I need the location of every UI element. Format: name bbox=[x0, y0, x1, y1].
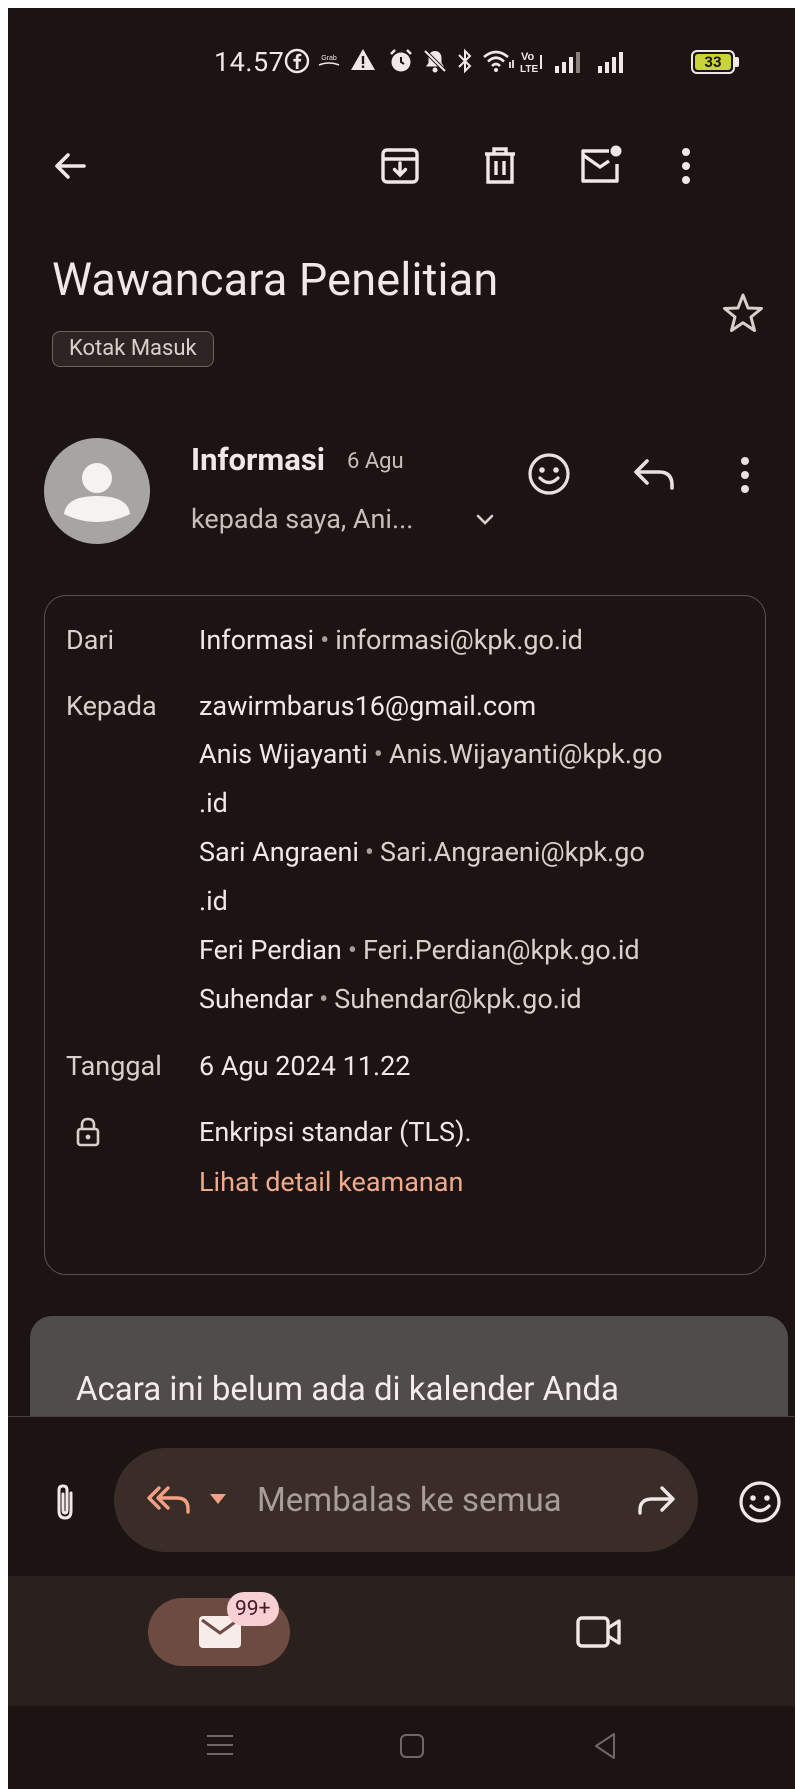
attachment-icon bbox=[52, 1482, 78, 1522]
reply-icon bbox=[631, 454, 677, 494]
recipient-name: Suhendar bbox=[199, 983, 314, 1015]
reply-all-icon bbox=[145, 1482, 193, 1518]
back-triangle-icon bbox=[593, 1732, 617, 1760]
emoji-reaction-button[interactable] bbox=[526, 451, 572, 497]
sender-name: Informasi bbox=[191, 441, 325, 478]
emoji-icon bbox=[737, 1479, 783, 1525]
delete-icon bbox=[478, 144, 522, 188]
encryption-info: Enkripsi standar (TLS). bbox=[199, 1116, 472, 1148]
to-label: Kepada bbox=[66, 690, 157, 722]
status-time: 14.57 bbox=[214, 46, 285, 78]
message-more-button[interactable] bbox=[739, 455, 751, 495]
recipient: Anis Wijayanti • Anis.Wijayanti@kpk.go bbox=[199, 738, 663, 770]
warning-icon bbox=[350, 48, 376, 72]
volte-icon: Vo LTE bbox=[519, 49, 547, 75]
archive-button[interactable] bbox=[370, 136, 430, 196]
star-button[interactable] bbox=[721, 291, 765, 335]
more-options-button[interactable] bbox=[656, 136, 716, 196]
email-subject: Wawancara Penelitian bbox=[52, 253, 499, 306]
attach-button[interactable] bbox=[52, 1482, 78, 1522]
signal-icon bbox=[554, 50, 588, 74]
delete-button[interactable] bbox=[470, 136, 530, 196]
mark-unread-button[interactable] bbox=[571, 136, 631, 196]
recipient-name: Anis Wijayanti bbox=[199, 738, 368, 770]
recipients-summary[interactable]: kepada saya, Ani... bbox=[191, 503, 413, 535]
from-email[interactable]: informasi@kpk.go.id bbox=[335, 624, 583, 656]
system-back-button[interactable] bbox=[593, 1732, 617, 1760]
archive-icon bbox=[378, 144, 422, 188]
bottom-navigation bbox=[8, 1576, 795, 1706]
to-email[interactable]: zawirmbarus16@gmail.com bbox=[199, 690, 536, 722]
video-camera-icon bbox=[575, 1614, 623, 1650]
star-icon bbox=[721, 291, 765, 335]
back-button[interactable] bbox=[40, 136, 100, 196]
lock-icon bbox=[74, 1116, 102, 1148]
wifi-icon bbox=[482, 48, 516, 74]
bluetooth-icon bbox=[456, 48, 474, 74]
date-value: 6 Agu 2024 11.22 bbox=[199, 1050, 411, 1082]
alarm-icon bbox=[388, 48, 414, 74]
recipient: Suhendar • Suhendar@kpk.go.id bbox=[199, 983, 582, 1015]
nav-meet-tab[interactable] bbox=[575, 1614, 623, 1650]
phone-screen: 14.57 Grab Vo LTE 33 Wawancara Penelitia… bbox=[8, 8, 795, 1789]
recipient-email[interactable]: Suhendar@kpk.go.id bbox=[334, 983, 581, 1015]
svg-text:Grab: Grab bbox=[321, 55, 337, 62]
recipient-email[interactable]: Feri.Perdian@kpk.go.id bbox=[363, 934, 640, 966]
recipient-name: Feri Perdian bbox=[199, 934, 342, 966]
mark-unread-icon bbox=[577, 144, 625, 188]
battery-icon: 33 bbox=[691, 50, 735, 74]
more-vert-icon bbox=[739, 455, 751, 495]
recipient-email[interactable]: Anis.Wijayanti@kpk.go bbox=[389, 738, 663, 770]
svg-text:LTE: LTE bbox=[520, 64, 538, 75]
menu-icon bbox=[206, 1733, 234, 1757]
date-label: Tanggal bbox=[66, 1050, 162, 1082]
reply-all-mode-button[interactable] bbox=[145, 1482, 193, 1518]
label-chip[interactable]: Kotak Masuk bbox=[52, 331, 214, 367]
calendar-invite-text: Acara ini belum ada di kalender Anda bbox=[76, 1370, 619, 1409]
status-bar: 14.57 Grab Vo LTE 33 bbox=[8, 8, 795, 108]
home-square-icon bbox=[399, 1733, 425, 1759]
avatar[interactable] bbox=[44, 438, 150, 544]
recipient-email[interactable]: Sari.Angraeni@kpk.go bbox=[380, 836, 645, 868]
recipient-email-wrap: .id bbox=[199, 787, 228, 819]
more-vert-icon bbox=[680, 146, 692, 186]
reply-placeholder: Membalas ke semua bbox=[257, 1481, 562, 1520]
forward-button[interactable] bbox=[634, 1482, 678, 1518]
email-date: 6 Agu bbox=[347, 449, 404, 474]
system-home-button[interactable] bbox=[399, 1733, 425, 1759]
security-details-link[interactable]: Lihat detail keamanan bbox=[199, 1166, 463, 1198]
emoji-icon bbox=[526, 451, 572, 497]
system-menu-button[interactable] bbox=[206, 1733, 234, 1757]
battery-level: 33 bbox=[704, 53, 722, 71]
recipient: Sari Angraeni • Sari.Angraeni@kpk.go bbox=[199, 836, 645, 868]
reply-emoji-button[interactable] bbox=[737, 1479, 783, 1525]
from-name: Informasi bbox=[199, 624, 315, 656]
forward-icon bbox=[634, 1482, 678, 1518]
arrow-back-icon bbox=[50, 146, 90, 186]
recipient-name: Sari Angraeni bbox=[199, 836, 359, 868]
mute-icon bbox=[422, 48, 448, 74]
svg-text:Vo: Vo bbox=[521, 51, 535, 63]
grab-icon: Grab bbox=[315, 52, 343, 70]
unread-count-badge: 99+ bbox=[227, 1592, 279, 1626]
recipient: Feri Perdian • Feri.Perdian@kpk.go.id bbox=[199, 934, 640, 966]
recipient-email-wrap: .id bbox=[199, 885, 228, 917]
facebook-icon bbox=[284, 48, 310, 74]
signal-icon bbox=[597, 50, 631, 74]
caret-down-icon[interactable] bbox=[208, 1492, 228, 1506]
chevron-down-icon[interactable] bbox=[473, 507, 497, 531]
reply-button[interactable] bbox=[631, 454, 677, 494]
from-label: Dari bbox=[66, 624, 115, 656]
from-value: Informasi • informasi@kpk.go.id bbox=[199, 624, 583, 656]
